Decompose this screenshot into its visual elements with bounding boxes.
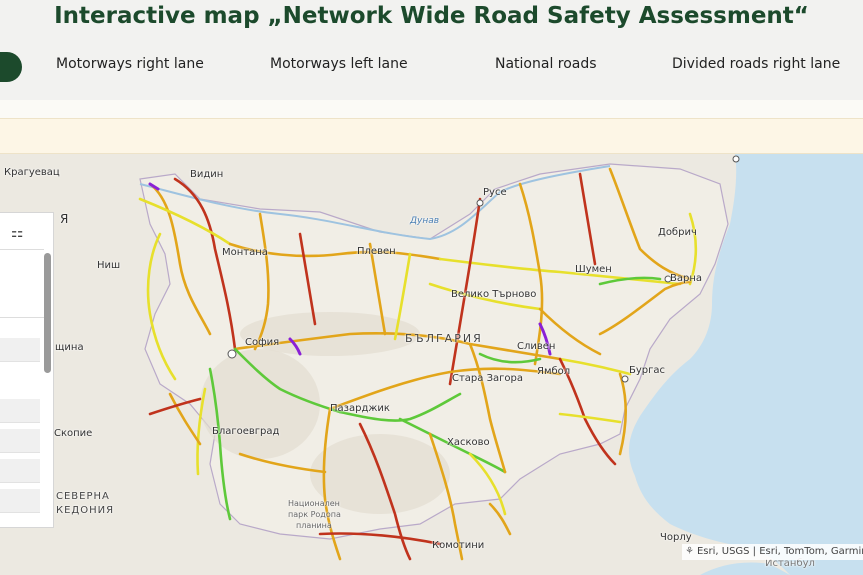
label-sliven: Сливен (517, 341, 556, 352)
label-sofia: София (245, 337, 280, 348)
label-blagoevgrad: Благоевград (212, 426, 280, 437)
north-marker (732, 155, 740, 163)
label-ruse: Русе (483, 187, 507, 198)
attribution-text: Esri, USGS | Esri, TomTom, Garmin (696, 546, 863, 557)
tab-bar: Motorways right lane Motorways left lane… (0, 38, 863, 100)
label-ya: Я (60, 212, 69, 226)
label-veliko-tarnovo: Велико Търново (451, 289, 537, 300)
panel-row[interactable] (0, 459, 40, 483)
label-skopie: Скопие (54, 428, 93, 439)
burgas-marker (621, 375, 629, 383)
label-komotini: Комотини (432, 540, 485, 551)
label-dobrich: Добрич (658, 227, 697, 238)
label-vidin: Видин (190, 169, 224, 180)
label-bulgaria: БЪЛГАРИЯ (405, 332, 483, 345)
label-yambol: Ямбол (537, 366, 571, 377)
panel-row[interactable] (0, 399, 40, 423)
label-park-1: Национален (288, 499, 340, 508)
panel-row[interactable] (0, 338, 40, 362)
tab-motorways-left-lane[interactable]: Motorways left lane (270, 56, 408, 72)
tab-divided-roads-right-lane[interactable]: Divided roads right lane (672, 56, 840, 72)
road-segment (488, 502, 512, 536)
label-makedonia: КЕДОНИЯ (56, 505, 115, 516)
tab-national-roads[interactable]: National roads (495, 56, 597, 72)
label-kraguevac: Крагуевац (4, 167, 60, 178)
label-chorlu: Чорлу (660, 532, 692, 543)
label-nish: Ниш (97, 260, 121, 271)
active-tab-indicator[interactable] (0, 52, 22, 82)
panel-row[interactable] (0, 489, 40, 513)
panel-divider (0, 249, 44, 250)
grid-view-icon[interactable]: ⚏ (11, 225, 24, 241)
label-pleven: Плевен (357, 246, 396, 257)
label-shchina: щина (55, 342, 84, 353)
page-title: Interactive map „Network Wide Road Safet… (0, 0, 863, 38)
label-dunav: Дунав (410, 216, 440, 226)
panel-row[interactable] (0, 429, 40, 453)
label-pazardzhik: Пазарджик (330, 403, 390, 414)
label-park-3: планина (296, 521, 332, 530)
label-haskovo: Хасково (447, 437, 490, 448)
esri-logo-icon: ⚘ (685, 546, 694, 557)
panel-scrollbar[interactable] (44, 253, 51, 373)
label-shumen: Шумен (575, 264, 612, 275)
label-varna: Варна (670, 273, 703, 284)
ruse-marker (476, 199, 484, 207)
label-montana: Монтана (222, 247, 268, 258)
map-attribution: ⚘ Esri, USGS | Esri, TomTom, Garmin (682, 544, 863, 560)
sofia-marker (227, 349, 237, 359)
label-burgas: Бургас (629, 365, 666, 376)
tab-motorways-right-lane[interactable]: Motorways right lane (56, 56, 204, 72)
map-view[interactable]: Крагуевац Видин Я Ниш Монтана Плевен Рус… (0, 154, 863, 575)
spacer (0, 100, 863, 118)
label-severna: СЕВЕРНА (56, 491, 110, 502)
layer-side-panel[interactable]: ⚏ (0, 212, 54, 528)
label-stara-zagora: Стара Загора (452, 373, 523, 384)
panel-divider (0, 317, 44, 318)
label-park-2: парк Родопа (288, 510, 341, 519)
notice-bar (0, 118, 863, 154)
